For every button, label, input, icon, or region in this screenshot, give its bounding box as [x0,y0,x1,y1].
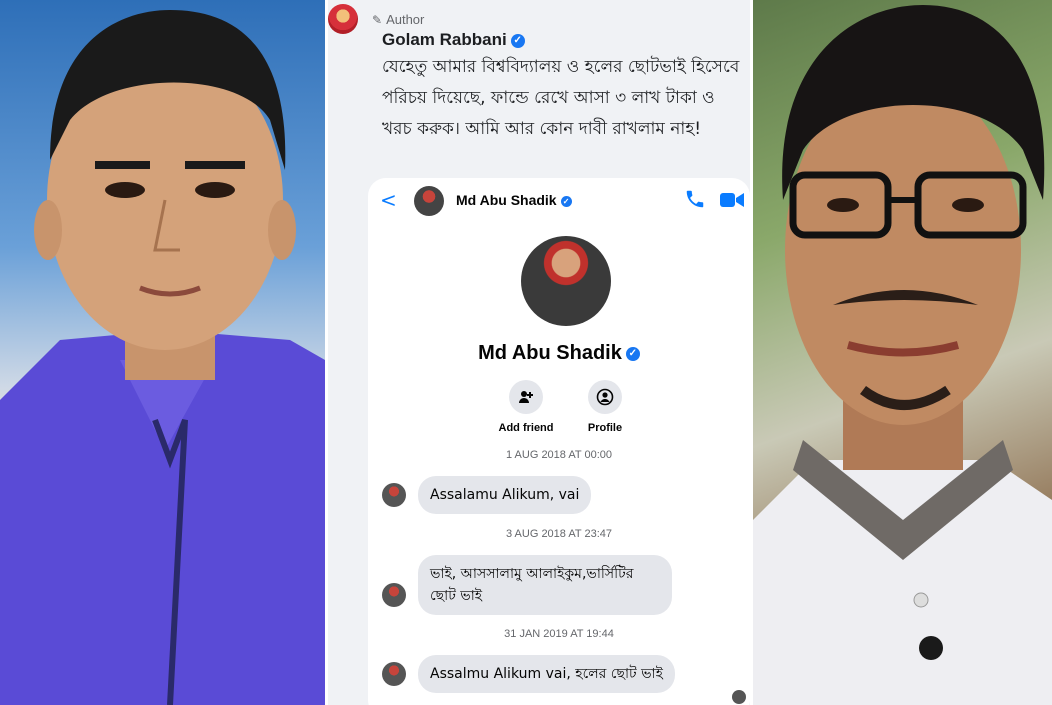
message-timestamp: 3 AUG 2018 AT 23:47 [505,528,612,540]
author-badge: ✎ Author [372,12,424,27]
add-friend-label: Add friend [498,422,554,434]
add-friend-button[interactable]: Add friend [486,380,566,434]
video-call-icon[interactable] [720,191,744,209]
message-timestamp: 31 JAN 2019 AT 19:44 [504,628,614,640]
verified-badge-icon: ✓ [625,346,640,361]
message-timestamp: 1 AUG 2018 AT 00:00 [505,449,612,461]
message-bubble[interactable]: ভাই, আসসালামু আলাইকুম,ভার্সিটির ছোট ভাই [418,555,672,615]
left-portrait-illustration [0,10,325,705]
profile-icon [588,380,622,414]
author-badge-label: Author [386,12,425,27]
message-sender-avatar [382,583,406,607]
comment-author-name[interactable]: Golam Rabbani ✓ [382,30,525,50]
right-portrait-illustration [753,5,1052,705]
contact-profile-avatar[interactable] [521,236,611,326]
back-arrow-icon[interactable]: < [380,188,397,212]
message-bubble[interactable]: Assalmu Alikum vai, হলের ছোট ভাই [418,655,675,693]
message-sender-avatar [382,483,406,507]
comment-author-avatar[interactable] [328,4,358,34]
verified-badge-icon: ✓ [560,195,572,207]
profile-label: Profile [587,422,623,434]
message-sender-avatar [382,662,406,686]
messenger-screenshot: < Md Abu Shadik ✓ Md Abu Shadik ✓ Add frie… [368,178,750,705]
pencil-icon: ✎ [372,13,383,27]
add-friend-icon [509,380,543,414]
right-portrait-photo [753,0,1052,705]
left-portrait-photo [0,0,325,705]
contact-header-name[interactable]: Md Abu Shadik ✓ [456,192,572,208]
contact-header-avatar[interactable] [414,186,444,216]
message-bubble[interactable]: Assalamu Alikum, vai [418,476,592,514]
verified-badge-icon: ✓ [510,33,525,48]
profile-button[interactable]: Profile [565,380,645,434]
phone-call-icon[interactable] [684,188,706,210]
messenger-header: < Md Abu Shadik ✓ [368,178,750,222]
contact-header-name-text: Md Abu Shadik [456,192,557,208]
author-name-text: Golam Rabbani [382,30,507,49]
contact-profile-name-text: Md Abu Shadik [478,342,622,364]
read-receipt-avatar [732,690,746,704]
comment-body: যেহেতু আমার বিশ্ববিদ্যালয় ও হলের ছোটভাই… [382,57,740,139]
contact-profile-name: Md Abu Shadik ✓ [368,342,750,365]
social-screenshot: ✎ Author Golam Rabbani ✓ যেহেতু আমার বিশ্ব… [328,0,750,705]
